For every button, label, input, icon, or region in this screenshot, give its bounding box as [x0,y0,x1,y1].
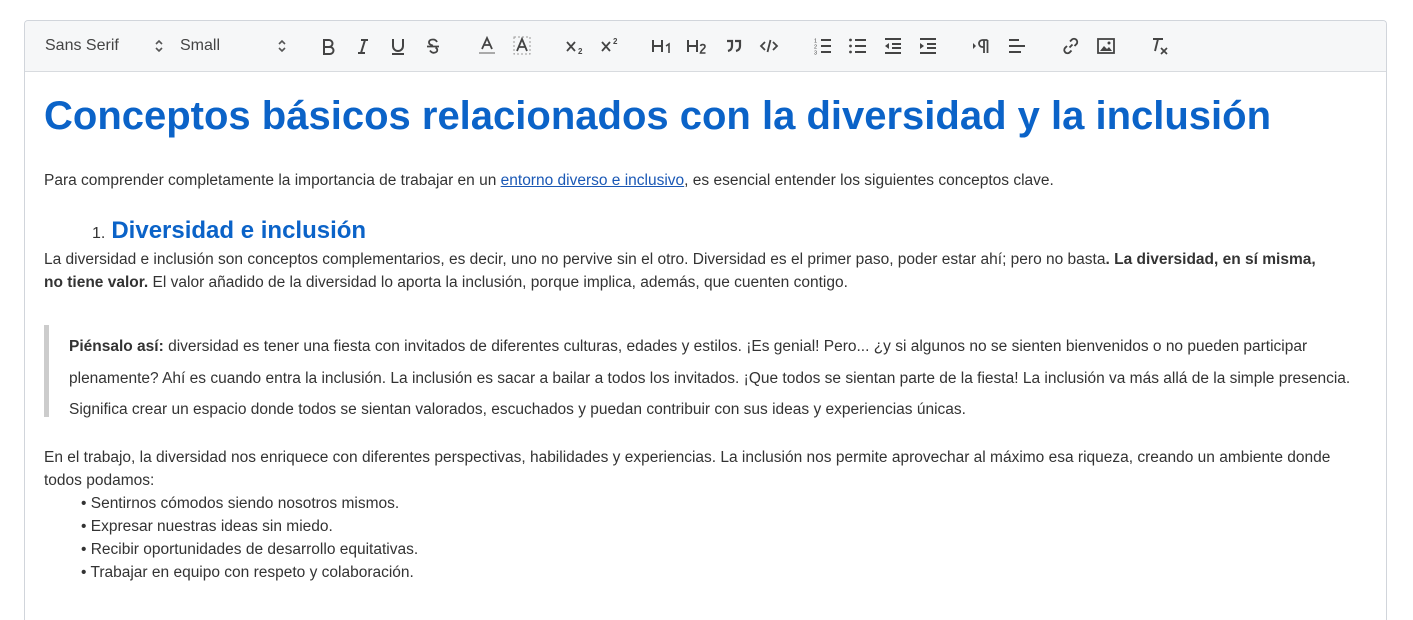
subscript-icon: 2 [566,41,583,56]
font-size-value: Small [180,37,221,54]
image-icon [1097,38,1115,54]
svg-text:3: 3 [814,51,817,56]
list-item: • Sentirnos cómodos siendo nosotros mism… [81,495,400,512]
intro-link[interactable]: entorno diverso e inclusivo [501,172,685,189]
ordered-list-button[interactable]: 123 [811,34,835,58]
italic-icon [358,39,368,54]
heading1-icon [652,40,670,53]
code-button[interactable] [757,34,781,58]
indent-icon [920,38,936,54]
outdent-button[interactable] [881,34,905,58]
paragraph-diversity: La diversidad e inclusión son conceptos … [44,248,1334,294]
section-number: 1. [92,225,106,242]
section-title: Diversidad e inclusión [111,217,367,244]
superscript-button[interactable]: 2 [599,34,623,58]
paragraph-text: La diversidad e inclusión son conceptos … [44,251,1106,268]
bold-button[interactable] [316,34,340,58]
font-family-value: Sans Serif [45,37,119,54]
intro-text-before: Para comprender completamente la importa… [44,172,501,189]
editor-toolbar: Sans Serif Small 2 2 1 2 3 [25,21,1386,72]
svg-text:2: 2 [578,47,583,56]
link-icon [1063,37,1079,55]
blockquote: Piénsalo así: diversidad es tener una fi… [44,325,1379,418]
svg-text:2: 2 [613,37,618,46]
select-arrows-icon [155,39,163,53]
font-family-select[interactable]: Sans Serif [45,21,165,71]
strike-button[interactable] [421,34,445,58]
align-button[interactable] [1005,34,1029,58]
align-icon [1009,39,1025,53]
select-arrows-icon [278,39,286,53]
intro-text-after: , es esencial entender los siguientes co… [684,172,1054,189]
outdent-icon [885,38,901,54]
blockquote-bold: Piénsalo así: [69,338,164,355]
blockquote-button[interactable] [722,34,746,58]
heading2-button[interactable] [686,34,710,58]
blockquote-text: Piénsalo así: diversidad es tener una fi… [69,331,1379,426]
paragraph-text: El valor añadido de la diversidad lo apo… [148,274,848,291]
text-direction-icon [973,39,989,53]
heading2-icon [687,40,706,54]
blockquote-body: diversidad es tener una fiesta con invit… [69,338,1351,418]
strike-icon [427,38,439,54]
underline-icon [392,39,404,55]
paragraph-work: En el trabajo, la diversidad nos enrique… [44,449,1331,489]
bold-icon [323,39,335,55]
intro-paragraph: Para comprender completamente la importa… [44,169,1054,192]
list-item: • Trabajar en equipo con respeto y colab… [81,564,414,581]
clear-format-button[interactable] [1148,34,1172,58]
highlight-icon [513,36,531,55]
list-item: • Expresar nuestras ideas sin miedo. [81,518,333,535]
bullet-list-button[interactable] [846,34,870,58]
link-button[interactable] [1059,34,1083,58]
bullet-list-icon [849,38,866,54]
rich-text-editor: Sans Serif Small 2 2 1 2 3 Conceptos bás… [24,20,1387,620]
italic-button[interactable] [351,34,375,58]
text-color-button[interactable] [475,34,499,58]
ordered-list-icon: 123 [814,39,831,56]
superscript-icon: 2 [601,37,618,52]
text-direction-button[interactable] [970,34,994,58]
clear-format-icon [1153,38,1168,55]
document-title: Conceptos básicos relacionados con la di… [44,94,1272,138]
image-button[interactable] [1094,34,1118,58]
code-icon [759,39,779,53]
highlight-button[interactable] [510,34,534,58]
section-heading: 1. Diversidad e inclusión [92,217,366,245]
bullet-list: • Sentirnos cómodos siendo nosotros mism… [81,492,418,584]
heading1-button[interactable] [651,34,675,58]
font-size-select[interactable]: Small [180,21,290,71]
indent-button[interactable] [916,34,940,58]
subscript-button[interactable]: 2 [564,34,588,58]
underline-button[interactable] [386,34,410,58]
blockquote-icon [727,39,742,53]
list-item: • Recibir oportunidades de desarrollo eq… [81,541,419,558]
text-color-icon [479,36,495,54]
